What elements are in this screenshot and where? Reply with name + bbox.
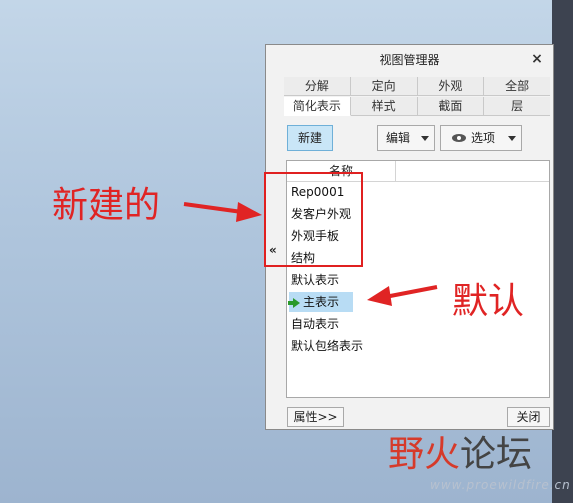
watermark-part1: 野火 xyxy=(388,434,461,475)
list-item-active[interactable]: 主表示 xyxy=(288,292,354,312)
tab-layer[interactable]: 层 xyxy=(484,97,550,116)
eye-icon xyxy=(452,134,466,142)
close-button[interactable]: 关闭 xyxy=(507,407,550,427)
chevron-down-icon xyxy=(508,136,516,141)
annotation-arrow-right-icon xyxy=(183,202,262,222)
edit-label: 编辑 xyxy=(386,131,411,145)
options-label: 选项 xyxy=(471,131,496,145)
list-item[interactable]: 默认包络表示 xyxy=(291,336,363,356)
list-item[interactable]: 自动表示 xyxy=(291,314,339,334)
tab-section[interactable]: 截面 xyxy=(417,97,485,116)
annotation-box xyxy=(264,172,363,267)
tab-orient[interactable]: 定向 xyxy=(350,77,418,96)
dialog-title: 视图管理器 xyxy=(379,53,440,67)
annotation-arrow-left-icon xyxy=(367,285,438,306)
watermark-url: www.proewildfire.cn xyxy=(430,478,571,492)
active-item-label: 主表示 xyxy=(303,295,340,309)
annotation-default-label: 默认 xyxy=(452,281,525,322)
tab-explode[interactable]: 分解 xyxy=(284,77,351,96)
list-item[interactable]: 默认表示 xyxy=(291,270,339,290)
tab-style[interactable]: 样式 xyxy=(350,97,418,116)
new-button[interactable]: 新建 xyxy=(287,125,333,151)
tab-all[interactable]: 全部 xyxy=(484,77,550,96)
watermark-logo: 野火论坛 xyxy=(388,425,532,477)
watermark-part2: 论坛 xyxy=(460,434,533,475)
right-edge-strip xyxy=(552,0,573,503)
tab-simplified-rep[interactable]: 简化表示 xyxy=(284,97,351,116)
options-dropdown[interactable]: 选项 xyxy=(440,125,522,151)
green-arrow-icon xyxy=(288,297,300,308)
properties-button[interactable]: 属性>> xyxy=(287,407,344,427)
tab-row-2: 简化表示 样式 截面 层 xyxy=(284,97,550,116)
tab-appearance[interactable]: 外观 xyxy=(417,77,485,96)
annotation-new-label: 新建的 xyxy=(52,185,161,226)
tab-row-1: 分解 定向 外观 全部 xyxy=(284,77,550,96)
edit-dropdown[interactable]: 编辑 xyxy=(377,125,435,151)
chevron-down-icon xyxy=(421,136,429,141)
close-icon[interactable]: × xyxy=(529,51,545,67)
